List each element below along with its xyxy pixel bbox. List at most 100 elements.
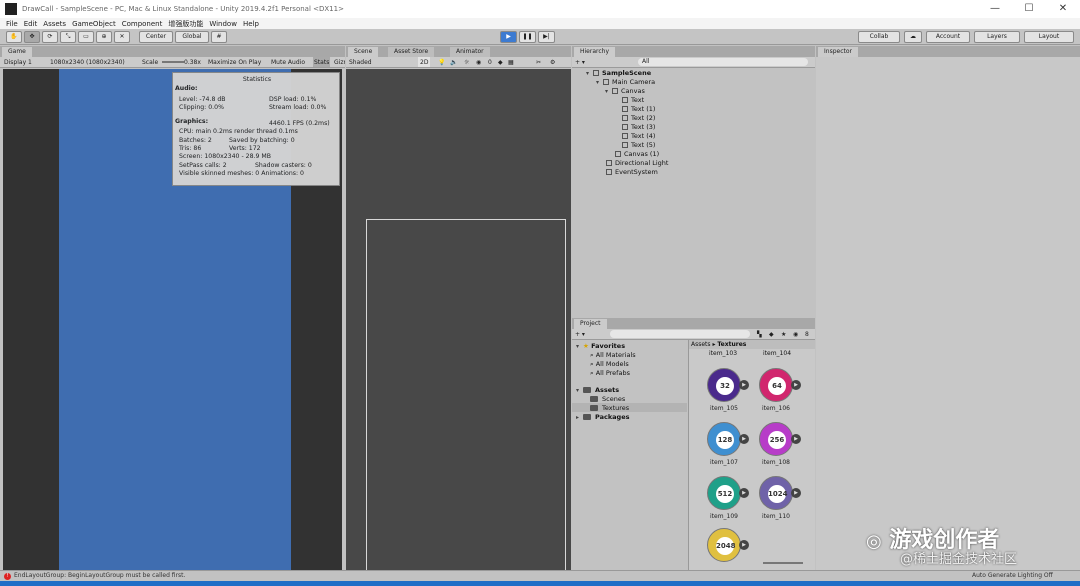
menu-gameobject[interactable]: GameObject (72, 20, 116, 28)
tools-icon[interactable]: ✂ (536, 57, 541, 67)
favorites-entry[interactable]: ⌕ All Materials (590, 351, 636, 360)
maximize-on-play-toggle[interactable]: Maximize On Play (208, 57, 261, 67)
tab-game[interactable]: Game (2, 47, 32, 57)
play-icon[interactable]: ▶ (739, 540, 749, 550)
tab-project[interactable]: Project (574, 319, 607, 329)
camera-icon[interactable]: ◆ (498, 57, 503, 67)
menu-help[interactable]: Help (243, 20, 259, 28)
hierarchy-item[interactable]: ▾ Canvas (605, 87, 645, 95)
lighting-icon[interactable]: 💡 (438, 57, 445, 67)
hierarchy-item[interactable]: Directional Light (606, 159, 668, 167)
minimize-button[interactable]: — (978, 0, 1012, 18)
chevron-down-icon[interactable]: ▾ (576, 343, 583, 350)
gizmos-icon[interactable]: ⚙ (550, 57, 555, 67)
menu-window[interactable]: Window (209, 20, 237, 28)
chevron-right-icon[interactable]: ▸ (576, 414, 583, 421)
breadcrumb-assets[interactable]: Assets (691, 341, 711, 348)
chevron-down-icon[interactable]: ▾ (586, 70, 593, 77)
grid-snap-icon[interactable]: # (211, 31, 227, 43)
step-button[interactable]: ▶| (538, 31, 555, 43)
hierarchy-scene[interactable]: ▾ SampleScene (586, 69, 651, 77)
layout-dropdown[interactable]: Layout (1024, 31, 1074, 43)
chevron-down-icon[interactable]: ▾ (605, 88, 612, 95)
create-dropdown[interactable]: + ▾ (575, 329, 585, 339)
chevron-down-icon[interactable]: ▾ (596, 79, 603, 86)
hierarchy-item[interactable]: Text (622, 96, 644, 104)
hierarchy-item[interactable]: Text (4) (622, 132, 655, 140)
tab-asset-store[interactable]: Asset Store (388, 47, 435, 57)
gizmos-dropdown[interactable]: Gizmos (334, 57, 345, 67)
scene-view[interactable] (346, 69, 571, 579)
hierarchy-item[interactable]: Text (3) (622, 123, 655, 131)
create-dropdown[interactable]: + ▾ (575, 57, 585, 67)
status-message[interactable]: EndLayoutGroup: BeginLayoutGroup must be… (14, 572, 185, 579)
layers-dropdown[interactable]: Layers (974, 31, 1020, 43)
play-icon[interactable]: ▶ (791, 488, 801, 498)
hierarchy-item[interactable]: ▾ Main Camera (596, 78, 655, 86)
breadcrumb-textures[interactable]: Textures (717, 341, 746, 348)
favorite-icon[interactable]: ★ (781, 329, 786, 339)
texture-item[interactable]: 512 ▶ item_109 (699, 476, 749, 536)
close-button[interactable]: ✕ (1046, 0, 1080, 18)
custom-tool-icon[interactable]: ✕ (114, 31, 130, 43)
account-dropdown[interactable]: Account (926, 31, 970, 43)
stats-toggle[interactable]: Stats (313, 57, 331, 67)
texture-item[interactable]: 64 ▶ item_106 (751, 368, 801, 428)
menu-component[interactable]: Component (122, 20, 163, 28)
hierarchy-item[interactable]: Text (2) (622, 114, 655, 122)
scale-slider[interactable] (162, 61, 184, 63)
pivot-center-toggle[interactable]: Center (139, 31, 173, 43)
folder-item[interactable]: Textures (590, 404, 629, 412)
tab-hierarchy[interactable]: Hierarchy (574, 47, 616, 57)
hierarchy-item[interactable]: Text (1) (622, 105, 655, 113)
play-icon[interactable]: ▶ (739, 488, 749, 498)
audio-icon[interactable]: 🔈 (450, 57, 457, 67)
favorites-entry[interactable]: ⌕ All Models (590, 360, 629, 369)
folder-item[interactable]: Scenes (590, 395, 625, 403)
maximize-button[interactable]: ☐ (1012, 0, 1046, 18)
menu-edit[interactable]: Edit (24, 20, 38, 28)
menu-enhanced[interactable]: 增强版功能 (168, 19, 203, 29)
favorites-item[interactable]: ▾ ★ Favorites (576, 342, 625, 350)
play-button[interactable]: ▶ (500, 31, 517, 43)
hand-tool-icon[interactable]: ✋ (6, 31, 22, 43)
project-search[interactable] (610, 330, 750, 338)
pause-button[interactable]: ❚❚ (519, 31, 536, 43)
resolution-dropdown[interactable]: 1080x2340 (1080x2340) (50, 57, 125, 67)
icon-size-slider[interactable] (763, 562, 803, 564)
move-tool-icon[interactable]: ✥ (24, 31, 40, 43)
play-icon[interactable]: ▶ (791, 434, 801, 444)
texture-item[interactable]: 256 ▶ item_108 (751, 422, 801, 482)
rect-tool-icon[interactable]: ▭ (78, 31, 94, 43)
filter-label-icon[interactable]: ◆ (769, 329, 774, 339)
hierarchy-item[interactable]: Canvas (1) (615, 150, 659, 158)
hierarchy-item[interactable]: Text (5) (622, 141, 655, 149)
pivot-global-toggle[interactable]: Global (175, 31, 209, 43)
hierarchy-search[interactable]: All (638, 58, 808, 66)
hidden-count-icon[interactable]: ◉ (793, 329, 798, 339)
tab-inspector[interactable]: Inspector (818, 47, 858, 57)
packages-folder[interactable]: ▸ Packages (576, 413, 629, 421)
scale-tool-icon[interactable]: ⤡ (60, 31, 76, 43)
texture-item[interactable]: 1024 ▶ item_110 (751, 476, 801, 536)
cloud-icon[interactable]: ☁ (904, 31, 922, 43)
play-icon[interactable]: ▶ (739, 434, 749, 444)
texture-item[interactable]: 2048 ▶ (699, 528, 749, 570)
play-icon[interactable]: ▶ (791, 380, 801, 390)
shading-dropdown[interactable]: Shaded (349, 57, 372, 67)
mute-audio-toggle[interactable]: Mute Audio (271, 57, 305, 67)
display-dropdown[interactable]: Display 1 (4, 57, 32, 67)
rotate-tool-icon[interactable]: ⟳ (42, 31, 58, 43)
texture-item[interactable]: 128 ▶ item_107 (699, 422, 749, 482)
2d-toggle[interactable]: 2D (418, 57, 431, 67)
texture-item[interactable]: 32 ▶ item_105 (699, 368, 749, 428)
tab-scene[interactable]: Scene (348, 47, 379, 57)
play-icon[interactable]: ▶ (739, 380, 749, 390)
filter-type-icon[interactable]: ▚ (757, 329, 762, 339)
menu-assets[interactable]: Assets (43, 20, 66, 28)
tab-animator[interactable]: Animator (450, 47, 490, 57)
assets-folder[interactable]: ▾ Assets (576, 386, 619, 394)
effects-icon[interactable]: ☼ (464, 57, 469, 67)
menu-file[interactable]: File (6, 20, 18, 28)
collab-button[interactable]: Collab (858, 31, 900, 43)
